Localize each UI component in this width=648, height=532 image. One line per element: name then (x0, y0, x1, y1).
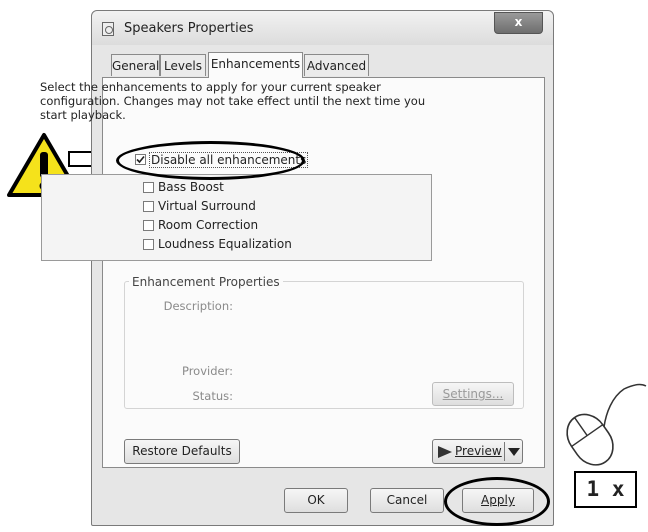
click-count-badge: 1 x (574, 471, 637, 508)
provider-label: Provider: (181, 364, 233, 378)
tab-levels[interactable]: Levels (160, 54, 206, 76)
chevron-down-icon[interactable] (508, 448, 520, 456)
status-label: Status: (192, 389, 233, 403)
room-correction-checkbox[interactable] (143, 220, 154, 231)
tab-advanced[interactable]: Advanced (304, 54, 369, 76)
enhancements-description: Select the enhancements to apply for you… (40, 80, 426, 122)
enhancements-panel (102, 77, 545, 468)
speaker-properties-icon (102, 22, 114, 36)
preview-divider (504, 442, 505, 461)
virtual-surround-label: Virtual Surround (158, 199, 256, 213)
list-item-virtual-surround[interactable]: Virtual Surround (143, 199, 343, 214)
list-item-loudness-equalization[interactable]: Loudness Equalization (143, 237, 343, 252)
list-item-room-correction[interactable]: Room Correction (143, 218, 343, 233)
room-correction-label: Room Correction (158, 218, 259, 232)
bass-boost-label: Bass Boost (158, 180, 224, 194)
cancel-button[interactable]: Cancel (370, 488, 444, 513)
settings-button[interactable]: Settings... (432, 382, 514, 406)
loudness-equalization-checkbox[interactable] (143, 239, 154, 250)
description-label: Description: (163, 299, 233, 313)
list-item-bass-boost[interactable]: Bass Boost (143, 180, 343, 195)
ok-button[interactable]: OK (284, 488, 348, 513)
tab-general[interactable]: General (111, 54, 160, 76)
apply-highlight (444, 477, 550, 526)
preview-label: Preview (455, 444, 502, 458)
play-icon (438, 446, 452, 458)
virtual-surround-checkbox[interactable] (143, 201, 154, 212)
preview-button[interactable]: Preview (432, 439, 523, 464)
dialog-title: Speakers Properties (124, 21, 254, 36)
close-button[interactable]: x (494, 12, 543, 34)
tab-enhancements[interactable]: Enhancements (208, 52, 303, 78)
disable-all-highlight (116, 141, 305, 180)
bass-boost-checkbox[interactable] (143, 182, 154, 193)
loudness-equalization-label: Loudness Equalization (158, 237, 292, 251)
restore-defaults-button[interactable]: Restore Defaults (124, 439, 240, 464)
enhancement-properties-title: Enhancement Properties (129, 275, 283, 289)
mouse-icon (566, 383, 647, 466)
